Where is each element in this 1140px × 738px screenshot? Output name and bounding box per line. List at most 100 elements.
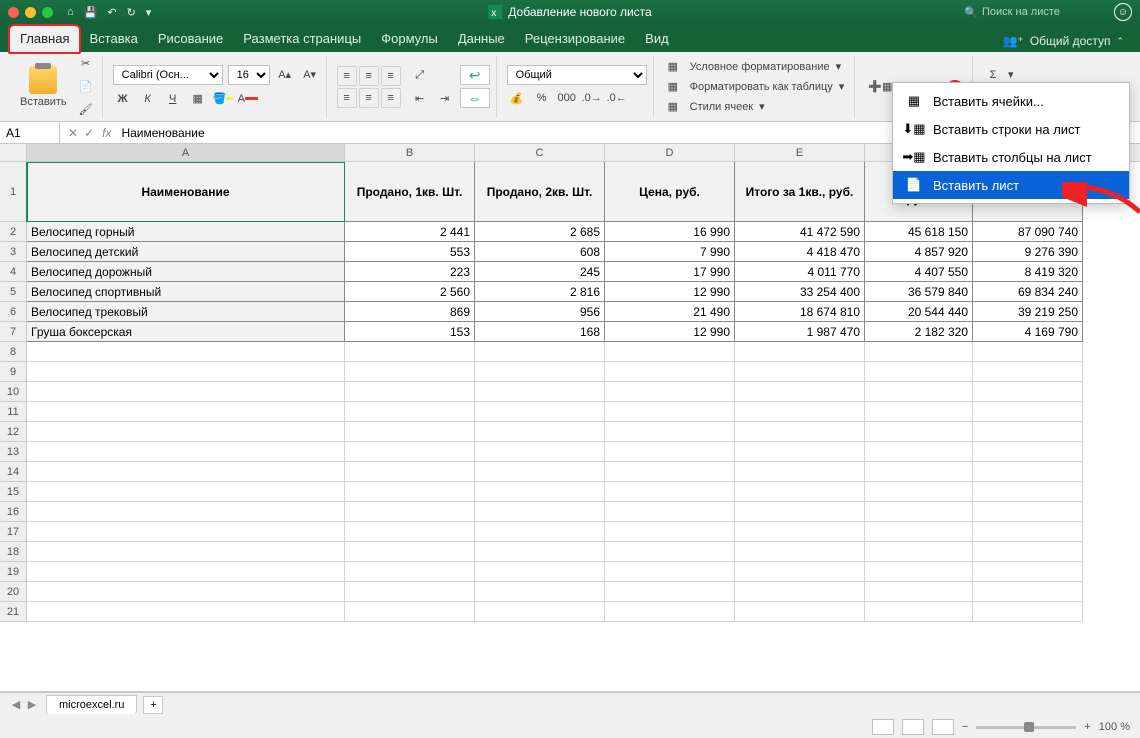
name-box[interactable]: A1: [0, 122, 60, 143]
cell[interactable]: 2 560: [345, 282, 475, 302]
row-header[interactable]: 8: [0, 342, 27, 362]
cell[interactable]: 2 816: [475, 282, 605, 302]
cell[interactable]: [27, 442, 345, 462]
number-format-select[interactable]: Общий: [507, 65, 647, 85]
row-header[interactable]: 21: [0, 602, 27, 622]
cell[interactable]: Велосипед горный: [27, 222, 345, 242]
cell[interactable]: 12 990: [605, 282, 735, 302]
redo-icon[interactable]: ↻: [127, 6, 136, 19]
cell[interactable]: [475, 422, 605, 442]
cell[interactable]: Велосипед спортивный: [27, 282, 345, 302]
cell[interactable]: [345, 362, 475, 382]
row-header[interactable]: 18: [0, 542, 27, 562]
cell[interactable]: [865, 582, 973, 602]
cell[interactable]: 39 219 250: [973, 302, 1083, 322]
format-as-table-button[interactable]: ▦Форматировать как таблицу▾: [664, 79, 849, 95]
row-header[interactable]: 3: [0, 242, 27, 262]
tab-review[interactable]: Рецензирование: [515, 26, 635, 52]
cell[interactable]: 2 685: [475, 222, 605, 242]
cell[interactable]: [27, 522, 345, 542]
cell[interactable]: 4 857 920: [865, 242, 973, 262]
cell[interactable]: [973, 542, 1083, 562]
col-header-d[interactable]: D: [605, 144, 735, 161]
cell[interactable]: [973, 442, 1083, 462]
cell[interactable]: 41 472 590: [735, 222, 865, 242]
normal-view-button[interactable]: [872, 719, 894, 735]
cut-icon[interactable]: ✂: [76, 54, 96, 74]
cell[interactable]: [605, 542, 735, 562]
currency-icon[interactable]: 💰: [507, 88, 527, 108]
increase-font-icon[interactable]: A▴: [275, 65, 295, 85]
cell[interactable]: [475, 402, 605, 422]
cell[interactable]: 12 990: [605, 322, 735, 342]
cell[interactable]: [345, 402, 475, 422]
cell[interactable]: [973, 362, 1083, 382]
cell[interactable]: 956: [475, 302, 605, 322]
cell[interactable]: [865, 502, 973, 522]
chevron-down-icon[interactable]: ▾: [1008, 68, 1014, 81]
cell[interactable]: 869: [345, 302, 475, 322]
cell[interactable]: [735, 442, 865, 462]
font-size-select[interactable]: 16: [228, 65, 270, 85]
cell[interactable]: [27, 402, 345, 422]
cell[interactable]: 7 990: [605, 242, 735, 262]
row-header[interactable]: 2: [0, 222, 27, 242]
tab-page-layout[interactable]: Разметка страницы: [233, 26, 371, 52]
cell[interactable]: [475, 462, 605, 482]
page-break-view-button[interactable]: [932, 719, 954, 735]
cell[interactable]: [865, 362, 973, 382]
cell[interactable]: [475, 522, 605, 542]
cell[interactable]: [605, 442, 735, 462]
cell[interactable]: [475, 482, 605, 502]
cell[interactable]: [27, 362, 345, 382]
accept-formula-icon[interactable]: ✓: [84, 126, 94, 140]
cell[interactable]: 2 182 320: [865, 322, 973, 342]
cell[interactable]: 153: [345, 322, 475, 342]
cell[interactable]: [27, 422, 345, 442]
cell[interactable]: 1 987 470: [735, 322, 865, 342]
cell-b1[interactable]: Продано, 1кв. Шт.: [345, 162, 475, 222]
worksheet[interactable]: A B C D E F G 1 Наименование Продано, 1к…: [0, 144, 1140, 692]
align-left-icon[interactable]: ≡: [337, 88, 357, 108]
cell[interactable]: [735, 382, 865, 402]
cell[interactable]: [605, 522, 735, 542]
orientation-icon[interactable]: ⤢: [410, 65, 430, 85]
cell[interactable]: [27, 602, 345, 622]
cell[interactable]: [605, 422, 735, 442]
sheet-tab[interactable]: microexcel.ru: [46, 695, 137, 714]
cell[interactable]: [973, 342, 1083, 362]
align-center-icon[interactable]: ≡: [359, 88, 379, 108]
cell[interactable]: 20 544 440: [865, 302, 973, 322]
cell[interactable]: [605, 402, 735, 422]
cell[interactable]: [605, 382, 735, 402]
sheet-nav-prev[interactable]: ◀: [8, 698, 24, 711]
cell[interactable]: [475, 582, 605, 602]
cell[interactable]: [475, 442, 605, 462]
row-header[interactable]: 20: [0, 582, 27, 602]
cell[interactable]: [973, 482, 1083, 502]
cell[interactable]: [735, 562, 865, 582]
save-icon[interactable]: 💾: [84, 6, 98, 19]
font-color-button[interactable]: A: [238, 89, 258, 109]
underline-button[interactable]: Ч: [163, 89, 183, 109]
tab-draw[interactable]: Рисование: [148, 26, 233, 52]
zoom-slider[interactable]: [976, 726, 1076, 729]
cell[interactable]: [735, 522, 865, 542]
cell[interactable]: [865, 422, 973, 442]
cell[interactable]: [973, 562, 1083, 582]
zoom-in-button[interactable]: +: [1084, 721, 1090, 733]
cell[interactable]: [735, 422, 865, 442]
search-box[interactable]: 🔍: [964, 6, 1102, 19]
cell[interactable]: [345, 502, 475, 522]
cell[interactable]: [345, 462, 475, 482]
close-window-button[interactable]: [8, 7, 19, 18]
cell-a1[interactable]: Наименование: [27, 162, 345, 222]
italic-button[interactable]: К: [138, 89, 158, 109]
col-header-e[interactable]: E: [735, 144, 865, 161]
cell[interactable]: 17 990: [605, 262, 735, 282]
row-header[interactable]: 10: [0, 382, 27, 402]
align-bottom-icon[interactable]: ≡: [381, 66, 401, 86]
cell[interactable]: [605, 362, 735, 382]
cell[interactable]: [735, 582, 865, 602]
decrease-decimal-icon[interactable]: .0←: [607, 88, 627, 108]
